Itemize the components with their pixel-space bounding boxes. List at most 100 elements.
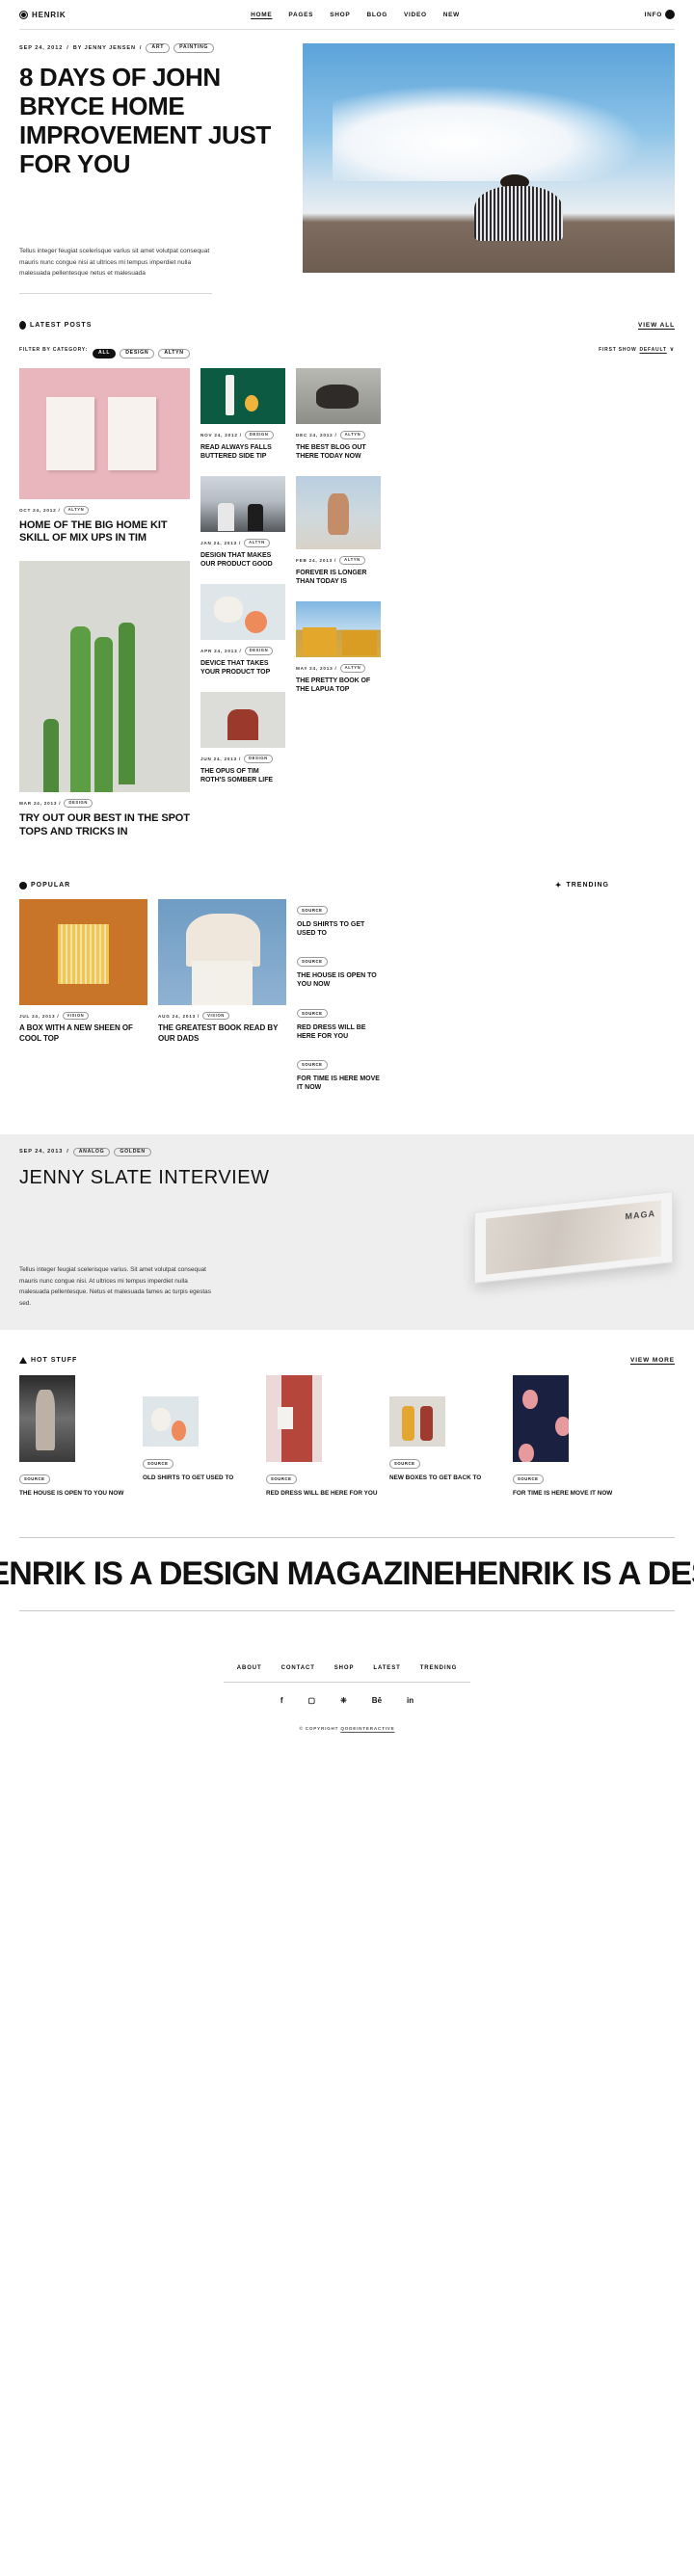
popular-title[interactable]: A BOX WITH A NEW SHEEN OF COOL TOP (19, 1023, 147, 1044)
behance-icon[interactable]: Bē (372, 1696, 382, 1705)
trending-tag[interactable]: SOURCE (297, 905, 328, 916)
post-title[interactable]: DEVICE THAT TAKES YOUR PRODUCT TOP (200, 659, 285, 677)
post-card[interactable]: JAN 24, 2013 /ALTYN DESIGN THAT MAKES OUR… (200, 476, 285, 569)
post-title[interactable]: THE BEST BLOG OUT THERE TODAY NOW (296, 443, 381, 461)
nav-item-new[interactable]: NEW (443, 12, 460, 18)
hot-thumbnail[interactable] (266, 1375, 322, 1463)
hero-tag-art[interactable]: ART (146, 43, 171, 53)
hero-tag-painting[interactable]: PAINTING (174, 43, 215, 53)
post-card[interactable]: OCT 24, 2012 /ALTYN HOME OF THE BIG HOME … (19, 367, 190, 546)
hot-title[interactable]: FOR TIME IS HERE MOVE IT NOW (513, 1489, 627, 1498)
post-thumbnail[interactable] (200, 584, 285, 641)
trending-title[interactable]: RED DRESS WILL BE HERE FOR YOU (297, 1023, 382, 1041)
popular-card[interactable]: JUL 24, 2013 /VISION A BOX WITH A NEW SHE… (19, 898, 147, 1045)
post-card[interactable]: APR 24, 2013 /DESIGN DEVICE THAT TAKES YO… (200, 584, 285, 677)
interview-tag-analog[interactable]: ANALOG (72, 1147, 111, 1157)
trending-tag[interactable]: SOURCE (297, 1008, 328, 1019)
filter-chip-all[interactable]: ALL (93, 348, 117, 359)
twitter-icon[interactable]: ❈ (340, 1696, 347, 1705)
hero-image-wrap[interactable] (303, 43, 675, 294)
nav-item-home[interactable]: HOME (251, 12, 272, 18)
hot-tag[interactable]: SOURCE (266, 1474, 297, 1484)
hot-item[interactable]: SOURCE FOR TIME IS HERE MOVE IT NOW (513, 1375, 627, 1498)
sort-control[interactable]: FIRST SHOW DEFAULT ∨ (599, 346, 675, 354)
trending-title[interactable]: THE HOUSE IS OPEN TO YOU NOW (297, 971, 382, 989)
footer-link-about[interactable]: ABOUT (237, 1665, 262, 1671)
hot-tag[interactable]: SOURCE (143, 1459, 174, 1469)
post-thumbnail[interactable] (19, 367, 190, 499)
trending-title[interactable]: OLD SHIRTS TO GET USED TO (297, 920, 382, 938)
menu-dot-icon[interactable] (665, 10, 675, 19)
post-thumbnail[interactable] (296, 601, 381, 658)
hot-thumbnail[interactable] (143, 1396, 199, 1447)
linkedin-icon[interactable]: in (407, 1696, 414, 1705)
post-card[interactable]: NOV 24, 2012 /DESIGN READ ALWAYS FALLS BU… (200, 367, 285, 461)
post-card[interactable]: DEC 24, 2012 /ALTYN THE BEST BLOG OUT THE… (296, 367, 381, 461)
post-tag[interactable]: ALTYN (244, 539, 270, 547)
trending-tag[interactable]: SOURCE (297, 957, 328, 967)
copyright-link[interactable]: QODEINTERACTIVE (340, 1726, 394, 1731)
footer-link-shop[interactable]: SHOP (334, 1665, 355, 1671)
hot-tag[interactable]: SOURCE (19, 1474, 50, 1484)
chevron-down-icon[interactable]: ∨ (670, 346, 675, 353)
trending-item[interactable]: SOURCE FOR TIME IS HERE MOVE IT NOW (297, 1053, 382, 1092)
hot-title[interactable]: OLD SHIRTS TO GET USED TO (143, 1474, 256, 1482)
trending-item[interactable]: SOURCE RED DRESS WILL BE HERE FOR YOU (297, 1002, 382, 1041)
post-tag[interactable]: DESIGN (64, 799, 93, 809)
popular-thumbnail[interactable] (19, 898, 147, 1005)
post-tag[interactable]: ALTYN (339, 664, 366, 673)
post-title[interactable]: READ ALWAYS FALLS BUTTERED SIDE TIP (200, 443, 285, 461)
popular-title[interactable]: THE GREATEST BOOK READ BY OUR DADS (158, 1023, 286, 1044)
post-thumbnail[interactable] (200, 476, 285, 533)
popular-tag[interactable]: VISION (62, 1011, 90, 1021)
hot-thumbnail[interactable] (389, 1396, 445, 1447)
interview-title[interactable]: JENNY SLATE INTERVIEW (19, 1166, 675, 1189)
header-info[interactable]: INFO (645, 10, 675, 19)
post-tag[interactable]: ALTYN (339, 556, 365, 565)
post-thumbnail[interactable] (200, 692, 285, 749)
post-title[interactable]: HOME OF THE BIG HOME KIT SKILL OF MIX UP… (19, 519, 190, 546)
post-thumbnail[interactable] (200, 367, 285, 424)
popular-tag[interactable]: VISION (202, 1011, 229, 1021)
hot-title[interactable]: RED DRESS WILL BE HERE FOR YOU (266, 1489, 380, 1498)
post-tag[interactable]: DESIGN (244, 755, 273, 764)
post-tag[interactable]: ALTYN (63, 505, 90, 515)
hot-thumbnail[interactable] (19, 1375, 75, 1463)
post-title[interactable]: TRY OUT OUR BEST IN THE SPOT TOPS AND TR… (19, 812, 190, 839)
post-thumbnail[interactable] (296, 367, 381, 424)
view-more-link[interactable]: VIEW MORE (630, 1357, 675, 1364)
nav-item-pages[interactable]: PAGES (288, 12, 313, 18)
brand-logo[interactable]: HENRIK (19, 10, 66, 19)
post-tag[interactable]: DESIGN (244, 430, 274, 439)
nav-item-shop[interactable]: SHOP (330, 12, 350, 18)
post-thumbnail[interactable] (296, 476, 381, 550)
trending-item[interactable]: SOURCE OLD SHIRTS TO GET USED TO (297, 899, 382, 938)
popular-card[interactable]: AUG 24, 2013 /VISION THE GREATEST BOOK RE… (158, 898, 286, 1045)
hot-item[interactable]: SOURCE RED DRESS WILL BE HERE FOR YOU (266, 1375, 380, 1498)
hero-title[interactable]: 8 DAYS OF JOHN BRYCE HOME IMPROVEMENT JU… (19, 63, 289, 179)
trending-tag[interactable]: SOURCE (297, 1060, 328, 1070)
hot-thumbnail[interactable] (513, 1375, 569, 1463)
filter-chip-design[interactable]: DESIGN (120, 348, 155, 359)
hot-title[interactable]: THE HOUSE IS OPEN TO YOU NOW (19, 1489, 133, 1498)
hot-title[interactable]: NEW BOXES TO GET BACK TO (389, 1474, 503, 1482)
post-card[interactable]: MAY 24, 2013 /ALTYN THE PRETTY BOOK OF TH… (296, 601, 381, 694)
instagram-icon[interactable]: ▢ (308, 1696, 316, 1705)
hot-item[interactable]: SOURCE OLD SHIRTS TO GET USED TO (143, 1375, 256, 1482)
footer-link-latest[interactable]: LATEST (373, 1665, 400, 1671)
sort-value[interactable]: DEFAULT (640, 347, 667, 353)
nav-item-video[interactable]: VIDEO (404, 12, 427, 18)
post-tag[interactable]: DESIGN (244, 647, 274, 655)
footer-link-trending[interactable]: TRENDING (420, 1665, 458, 1671)
hot-tag[interactable]: SOURCE (513, 1474, 544, 1484)
hot-tag[interactable]: SOURCE (389, 1459, 420, 1469)
trending-title[interactable]: FOR TIME IS HERE MOVE IT NOW (297, 1075, 382, 1092)
interview-tag-golden[interactable]: GOLDEN (114, 1147, 151, 1157)
hot-item[interactable]: SOURCE THE HOUSE IS OPEN TO YOU NOW (19, 1375, 133, 1498)
view-all-link[interactable]: VIEW ALL (638, 322, 675, 329)
nav-item-blog[interactable]: BLOG (366, 12, 387, 18)
post-thumbnail[interactable] (19, 561, 190, 793)
post-card[interactable]: JUN 24, 2013 /DESIGN THE OPUS OF TIM ROTH… (200, 692, 285, 784)
post-card[interactable]: MAR 24, 2013 /DESIGN TRY OUT OUR BEST IN … (19, 561, 190, 838)
hot-item[interactable]: SOURCE NEW BOXES TO GET BACK TO (389, 1375, 503, 1482)
